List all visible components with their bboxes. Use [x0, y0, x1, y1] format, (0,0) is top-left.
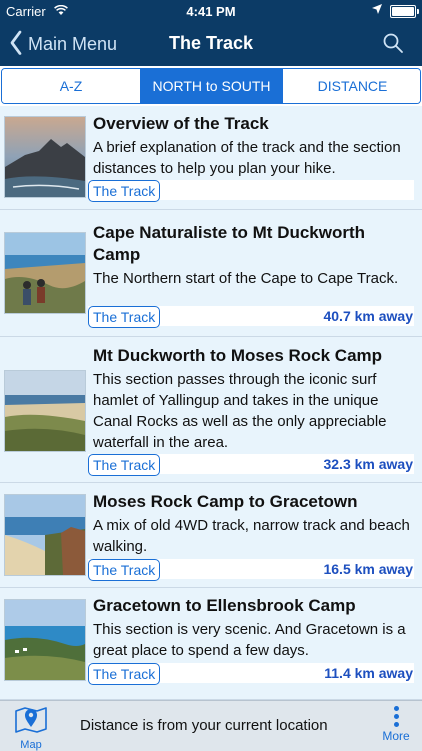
section-description: A brief explanation of the track and the… [93, 139, 401, 177]
list-item[interactable]: Cape Naturaliste to Mt Duckworth Camp Th… [0, 210, 422, 337]
more-button-label: More [382, 729, 410, 743]
section-photo [4, 599, 86, 681]
section-description: This section passes through the iconic s… [93, 371, 387, 451]
distance-label: 32.3 km away [323, 456, 413, 472]
section-photo [4, 370, 86, 452]
tab-north-to-south[interactable]: NORTH to SOUTH [140, 69, 282, 103]
track-tag[interactable]: The Track [88, 180, 161, 202]
more-vertical-icon [376, 706, 416, 727]
sort-control-container: A-Z NORTH to SOUTH DISTANCE [0, 66, 422, 106]
more-button[interactable]: More [376, 705, 416, 749]
bottom-toolbar: Map Distance is from your current locati… [0, 700, 422, 751]
list-item[interactable]: Mt Duckworth to Moses Rock Camp This sec… [0, 337, 422, 483]
section-description: A mix of old 4WD track, narrow track and… [93, 517, 410, 555]
search-button[interactable] [382, 32, 404, 54]
search-icon [383, 33, 403, 53]
sort-segmented-control: A-Z NORTH to SOUTH DISTANCE [1, 68, 421, 104]
status-bar: Carrier 4:41 PM [0, 0, 422, 22]
battery-icon [390, 5, 419, 18]
map-button-label: Map [20, 739, 42, 751]
map-pin-icon [15, 707, 47, 733]
distance-label: 11.4 km away [324, 665, 413, 681]
track-tag[interactable]: The Track [88, 559, 161, 581]
distance-note: Distance is from your current location [80, 717, 328, 734]
navigation-bar: Carrier 4:41 PM Main Menu The Track [0, 0, 422, 66]
distance-label: 40.7 km away [323, 308, 413, 324]
status-time: 4:41 PM [186, 4, 236, 19]
section-description: This section is very scenic. And Graceto… [93, 621, 406, 659]
tab-a-z[interactable]: A-Z [2, 69, 140, 103]
section-photo [4, 116, 86, 198]
section-title: Overview of the Track [93, 114, 269, 133]
section-description: The Northern start of the Cape to Cape T… [93, 270, 399, 287]
section-title: Gracetown to Ellensbrook Camp [93, 596, 356, 615]
track-tag[interactable]: The Track [88, 306, 161, 328]
track-tag[interactable]: The Track [88, 663, 161, 685]
list-item[interactable]: Gracetown to Ellensbrook Camp This secti… [0, 588, 422, 700]
section-photo [4, 494, 86, 576]
page-title: The Track [168, 33, 254, 53]
location-arrow-icon [372, 3, 382, 17]
section-list: Overview of the Track A brief explanatio… [0, 106, 422, 700]
section-photo [4, 232, 86, 314]
tab-distance[interactable]: DISTANCE [282, 69, 420, 103]
list-item[interactable]: Overview of the Track A brief explanatio… [0, 106, 422, 210]
map-button[interactable]: Map [14, 705, 48, 751]
section-title: Cape Naturaliste to Mt Duckworth Camp [93, 223, 366, 264]
section-title: Moses Rock Camp to Gracetown [93, 492, 358, 511]
section-title: Mt Duckworth to Moses Rock Camp [93, 346, 383, 365]
distance-label: 16.5 km away [323, 561, 413, 577]
track-tag[interactable]: The Track [88, 454, 161, 476]
list-item[interactable]: Moses Rock Camp to Gracetown A mix of ol… [0, 483, 422, 588]
